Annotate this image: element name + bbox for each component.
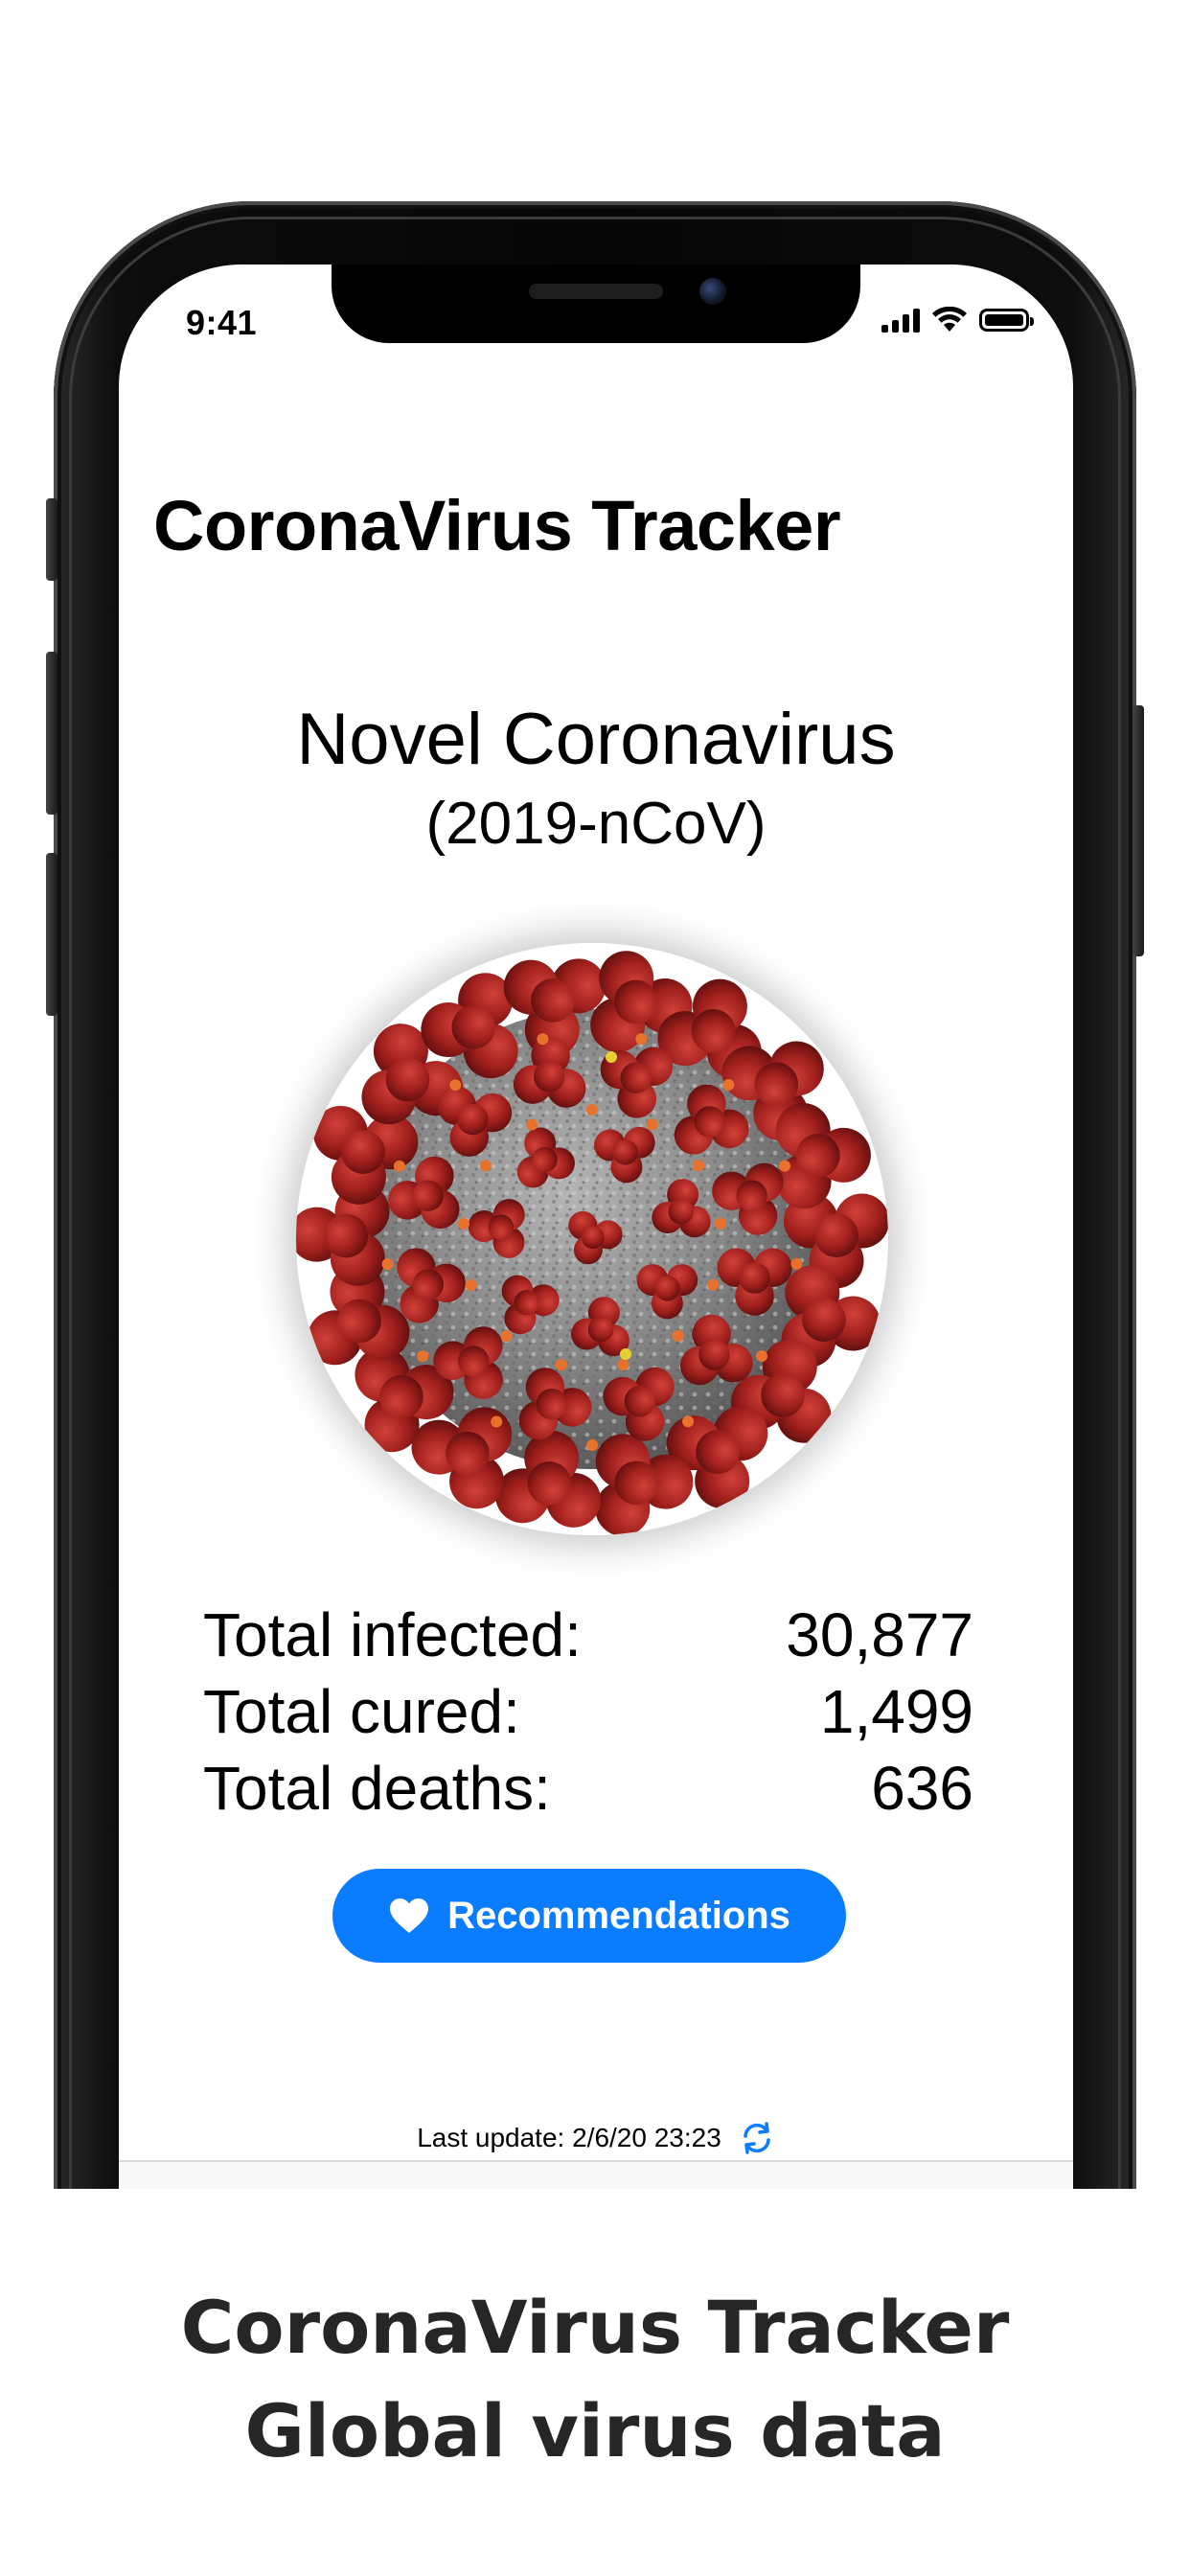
power-button <box>1133 705 1144 956</box>
mute-switch <box>46 498 57 581</box>
stat-label: Total cured: <box>203 1677 520 1746</box>
recommendations-label: Recommendations <box>447 1894 790 1937</box>
stats-list: Total infected: 30,877 Total cured: 1,49… <box>203 1597 973 1827</box>
status-icons <box>881 307 1034 334</box>
volume-up-button <box>46 652 57 815</box>
last-update-text: Last update: 2/6/20 23:23 <box>417 2123 721 2152</box>
stat-row-deaths: Total deaths: 636 <box>203 1750 973 1827</box>
stat-value: 30,877 <box>786 1600 973 1669</box>
status-time: 9:41 <box>186 303 258 342</box>
volume-down-button <box>46 853 57 1016</box>
stat-label: Total infected: <box>203 1600 582 1669</box>
stat-label: Total deaths: <box>203 1754 551 1823</box>
speaker <box>529 284 663 299</box>
stat-row-cured: Total cured: 1,499 <box>203 1673 973 1750</box>
notch <box>332 264 860 343</box>
page-title: CoronaVirus Tracker <box>153 486 841 565</box>
last-update-row: Last update: 2/6/20 23:23 <box>119 2120 1073 2156</box>
battery-icon <box>979 309 1034 332</box>
cellular-signal-icon <box>881 308 920 333</box>
stat-value: 1,499 <box>819 1677 973 1746</box>
recommendations-button[interactable]: Recommendations <box>332 1869 846 1963</box>
wifi-icon <box>932 307 967 332</box>
virus-image <box>296 943 888 1535</box>
front-camera <box>699 278 726 305</box>
stat-row-infected: Total infected: 30,877 <box>203 1597 973 1673</box>
refresh-icon[interactable] <box>739 2120 775 2156</box>
caption-line-2: Global virus data <box>244 2388 946 2473</box>
stat-value: 636 <box>871 1754 973 1823</box>
virus-name-heading: Novel Coronavirus <box>296 699 896 780</box>
marketing-caption: CoronaVirus Tracker Global virus data <box>0 2189 1190 2576</box>
app-store-screenshot: { "status_bar": { "time": "9:41" }, "app… <box>0 0 1190 2576</box>
caption-line-1: CoronaVirus Tracker <box>180 2285 1010 2370</box>
heart-icon <box>388 1897 430 1935</box>
virus-code-subheading: (2019-nCoV) <box>425 791 767 857</box>
